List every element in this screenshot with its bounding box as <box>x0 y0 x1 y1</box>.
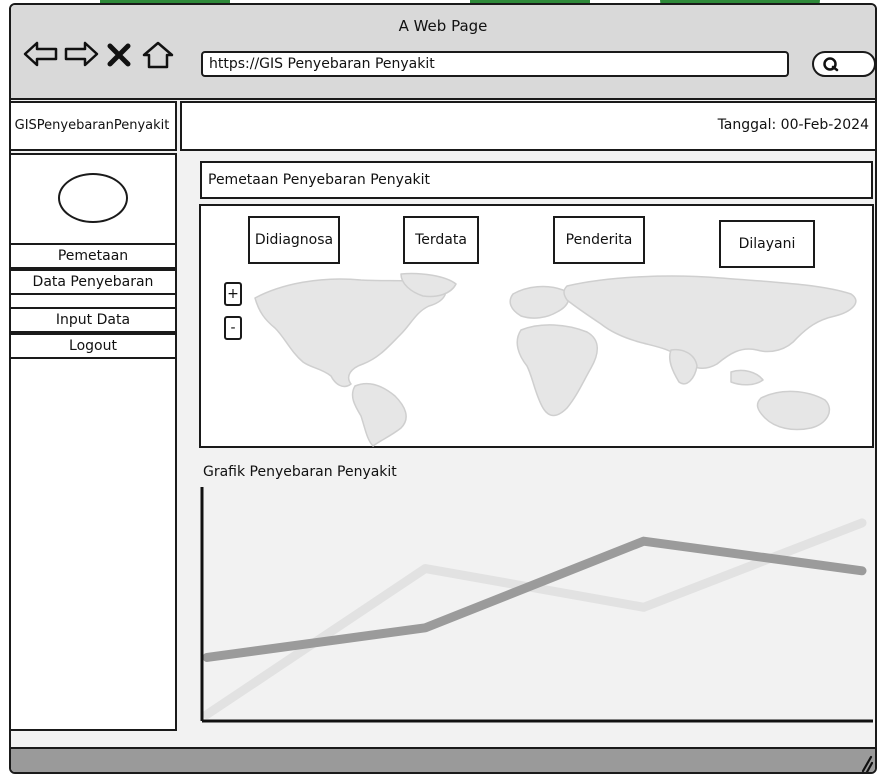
sidebar <box>11 153 177 731</box>
stat-didiagnosa-button[interactable]: Didiagnosa <box>248 216 340 264</box>
close-icon[interactable] <box>106 43 132 73</box>
map-australia <box>756 390 831 431</box>
world-map[interactable] <box>251 272 871 448</box>
sidebar-item-logout[interactable]: Logout <box>11 333 177 359</box>
stat-terdata-button[interactable]: Terdata <box>403 216 479 264</box>
stat-dilayani-button[interactable]: Dilayani <box>719 220 815 268</box>
map-south-america <box>351 382 407 447</box>
url-bar[interactable]: https://GIS Penyebaran Penyakit <box>201 51 789 77</box>
zoom-in-button[interactable]: + <box>224 282 242 306</box>
browser-titlebar: A Web Page https://GIS Penyebaran Penyak… <box>11 5 875 100</box>
sidebar-item-input-data[interactable]: Input Data <box>11 307 177 333</box>
map-north-america <box>254 278 447 388</box>
zoom-out-button[interactable]: - <box>224 316 242 340</box>
line-chart <box>200 487 873 723</box>
map-africa <box>516 324 598 417</box>
chart-series-line-1 <box>202 518 867 719</box>
home-icon[interactable] <box>141 41 175 71</box>
map-asia <box>563 275 857 370</box>
back-arrow-icon[interactable] <box>23 41 59 71</box>
window-title: A Web Page <box>398 17 488 35</box>
avatar <box>58 173 128 223</box>
map-islands <box>730 369 764 386</box>
sidebar-item-data-penyebaran[interactable]: Data Penyebaran <box>11 269 177 295</box>
map-panel: Didiagnosa Terdata Penderita Dilayani + … <box>199 204 874 448</box>
chart-title: Grafik Penyebaran Penyakit <box>203 464 397 480</box>
date-label: Tanggal: 00-Feb-2024 <box>717 117 869 133</box>
search-button[interactable] <box>812 51 875 77</box>
sidebar-item-pemetaan[interactable]: Pemetaan <box>11 243 177 269</box>
forward-arrow-icon[interactable] <box>63 41 99 71</box>
map-europe <box>509 285 570 319</box>
status-bar <box>11 747 875 772</box>
page-title: Pemetaan Penyebaran Penyakit <box>200 161 873 199</box>
search-icon <box>823 57 839 72</box>
app-header: Tanggal: 00-Feb-2024 <box>180 101 875 151</box>
app-brand: GISPenyebaranPenyakit <box>11 101 177 151</box>
chart-series-line-2 <box>202 536 867 662</box>
stat-penderita-button[interactable]: Penderita <box>553 216 645 264</box>
resize-handle-icon[interactable] <box>859 755 874 772</box>
browser-window: A Web Page https://GIS Penyebaran Penyak… <box>9 3 877 774</box>
